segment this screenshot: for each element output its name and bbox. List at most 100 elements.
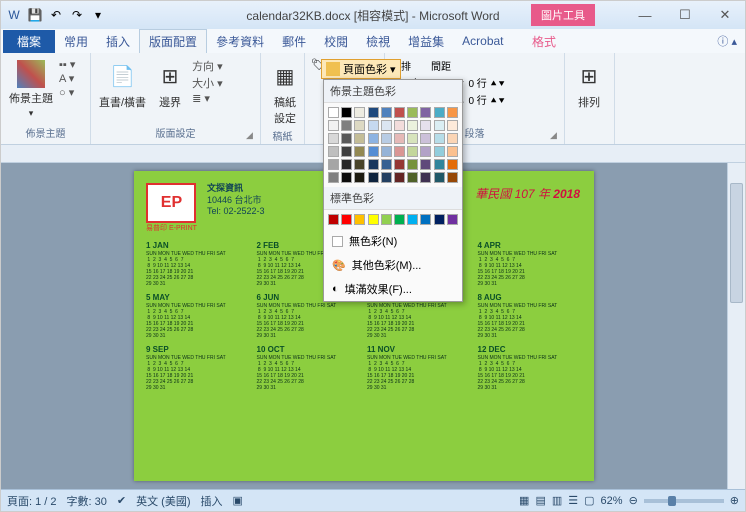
theme-fonts-icon[interactable]: A ▾ [59, 72, 75, 85]
color-swatch[interactable] [381, 133, 392, 144]
color-swatch[interactable] [420, 146, 431, 157]
color-swatch[interactable] [420, 107, 431, 118]
vertical-scrollbar[interactable] [727, 163, 745, 489]
color-swatch[interactable] [407, 107, 418, 118]
color-swatch[interactable] [341, 172, 352, 183]
columns-button[interactable]: ≣ ▾ [192, 92, 223, 105]
view-web-icon[interactable]: ▥ [552, 494, 562, 507]
view-print-layout-icon[interactable]: ▦ [519, 494, 529, 507]
color-swatch[interactable] [328, 146, 339, 157]
color-swatch[interactable] [420, 133, 431, 144]
color-swatch[interactable] [341, 120, 352, 131]
manuscript-button[interactable]: ▦ 稿紙 設定 [267, 58, 303, 128]
orientation-button[interactable]: 📄 直書/橫書 [97, 58, 148, 112]
tab-review[interactable]: 校閱 [315, 30, 357, 53]
color-swatch[interactable] [394, 133, 405, 144]
space-before-input[interactable]: ⇡ 0 行 ⯅⯆ [457, 75, 505, 90]
color-swatch[interactable] [394, 214, 405, 225]
insert-mode[interactable]: 插入 [201, 493, 223, 509]
view-outline-icon[interactable]: ☰ [568, 494, 578, 507]
color-swatch[interactable] [434, 214, 445, 225]
color-swatch[interactable] [407, 159, 418, 170]
color-swatch[interactable] [354, 133, 365, 144]
color-swatch[interactable] [407, 172, 418, 183]
minimize-button[interactable]: — [625, 4, 665, 26]
color-swatch[interactable] [420, 159, 431, 170]
color-swatch[interactable] [434, 172, 445, 183]
color-swatch[interactable] [447, 120, 458, 131]
color-swatch[interactable] [434, 107, 445, 118]
color-swatch[interactable] [447, 133, 458, 144]
color-swatch[interactable] [354, 159, 365, 170]
color-swatch[interactable] [381, 172, 392, 183]
color-swatch[interactable] [354, 146, 365, 157]
color-swatch[interactable] [368, 107, 379, 118]
color-swatch[interactable] [341, 146, 352, 157]
color-swatch[interactable] [354, 120, 365, 131]
color-swatch[interactable] [368, 214, 379, 225]
color-swatch[interactable] [447, 172, 458, 183]
color-swatch[interactable] [394, 159, 405, 170]
zoom-out-button[interactable]: ⊖ [629, 494, 638, 507]
word-count[interactable]: 字數: 30 [67, 493, 107, 509]
color-swatch[interactable] [394, 146, 405, 157]
color-swatch[interactable] [354, 214, 365, 225]
color-swatch[interactable] [420, 172, 431, 183]
color-swatch[interactable] [368, 159, 379, 170]
word-icon[interactable]: W [5, 6, 23, 24]
color-swatch[interactable] [341, 159, 352, 170]
color-swatch[interactable] [368, 146, 379, 157]
scrollbar-thumb[interactable] [730, 183, 743, 303]
direction-button[interactable]: 方向 ▾ [192, 58, 223, 74]
color-swatch[interactable] [394, 172, 405, 183]
color-swatch[interactable] [381, 120, 392, 131]
margins-button[interactable]: ⊞ 邊界 [152, 58, 188, 112]
theme-colors-icon[interactable]: ▪▪ ▾ [59, 58, 75, 71]
color-swatch[interactable] [420, 214, 431, 225]
color-swatch[interactable] [394, 107, 405, 118]
color-swatch[interactable] [341, 214, 352, 225]
tab-references[interactable]: 參考資料 [207, 30, 273, 53]
color-swatch[interactable] [434, 159, 445, 170]
color-swatch[interactable] [328, 107, 339, 118]
theme-effects-icon[interactable]: ○ ▾ [59, 86, 75, 99]
tab-format[interactable]: 格式 [523, 30, 565, 53]
color-swatch[interactable] [328, 133, 339, 144]
tab-insert[interactable]: 插入 [97, 30, 139, 53]
tab-view[interactable]: 檢視 [357, 30, 399, 53]
color-swatch[interactable] [328, 172, 339, 183]
color-swatch[interactable] [341, 107, 352, 118]
view-fullscreen-icon[interactable]: ▤ [535, 494, 545, 507]
macro-icon[interactable]: ▣ [233, 494, 243, 507]
more-colors-item[interactable]: 🎨其他色彩(M)... [324, 253, 462, 277]
color-swatch[interactable] [381, 146, 392, 157]
color-swatch[interactable] [447, 107, 458, 118]
tab-home[interactable]: 常用 [55, 30, 97, 53]
color-swatch[interactable] [354, 172, 365, 183]
qat-more-icon[interactable]: ▾ [89, 6, 107, 24]
fill-effects-item[interactable]: ◐填滿效果(F)... [324, 277, 462, 301]
page-count[interactable]: 頁面: 1 / 2 [7, 493, 57, 509]
color-swatch[interactable] [328, 120, 339, 131]
tab-file[interactable]: 檔案 [3, 30, 55, 53]
color-swatch[interactable] [434, 146, 445, 157]
color-swatch[interactable] [407, 133, 418, 144]
space-after-input[interactable]: ⇣ 0 行 ⯅⯆ [457, 92, 505, 107]
color-swatch[interactable] [407, 120, 418, 131]
redo-icon[interactable]: ↷ [68, 6, 86, 24]
color-swatch[interactable] [368, 172, 379, 183]
color-swatch[interactable] [447, 214, 458, 225]
size-button[interactable]: 大小 ▾ [192, 75, 223, 91]
color-swatch[interactable] [434, 120, 445, 131]
save-icon[interactable]: 💾 [26, 6, 44, 24]
color-swatch[interactable] [368, 120, 379, 131]
arrange-button[interactable]: ⊞ 排列 [571, 58, 607, 112]
color-swatch[interactable] [354, 107, 365, 118]
zoom-in-button[interactable]: ⊕ [730, 494, 739, 507]
zoom-level[interactable]: 62% [601, 495, 623, 507]
tab-acrobat[interactable]: Acrobat [453, 31, 512, 51]
view-draft-icon[interactable]: ▢ [584, 494, 594, 507]
undo-icon[interactable]: ↶ [47, 6, 65, 24]
color-swatch[interactable] [407, 146, 418, 157]
color-swatch[interactable] [407, 214, 418, 225]
